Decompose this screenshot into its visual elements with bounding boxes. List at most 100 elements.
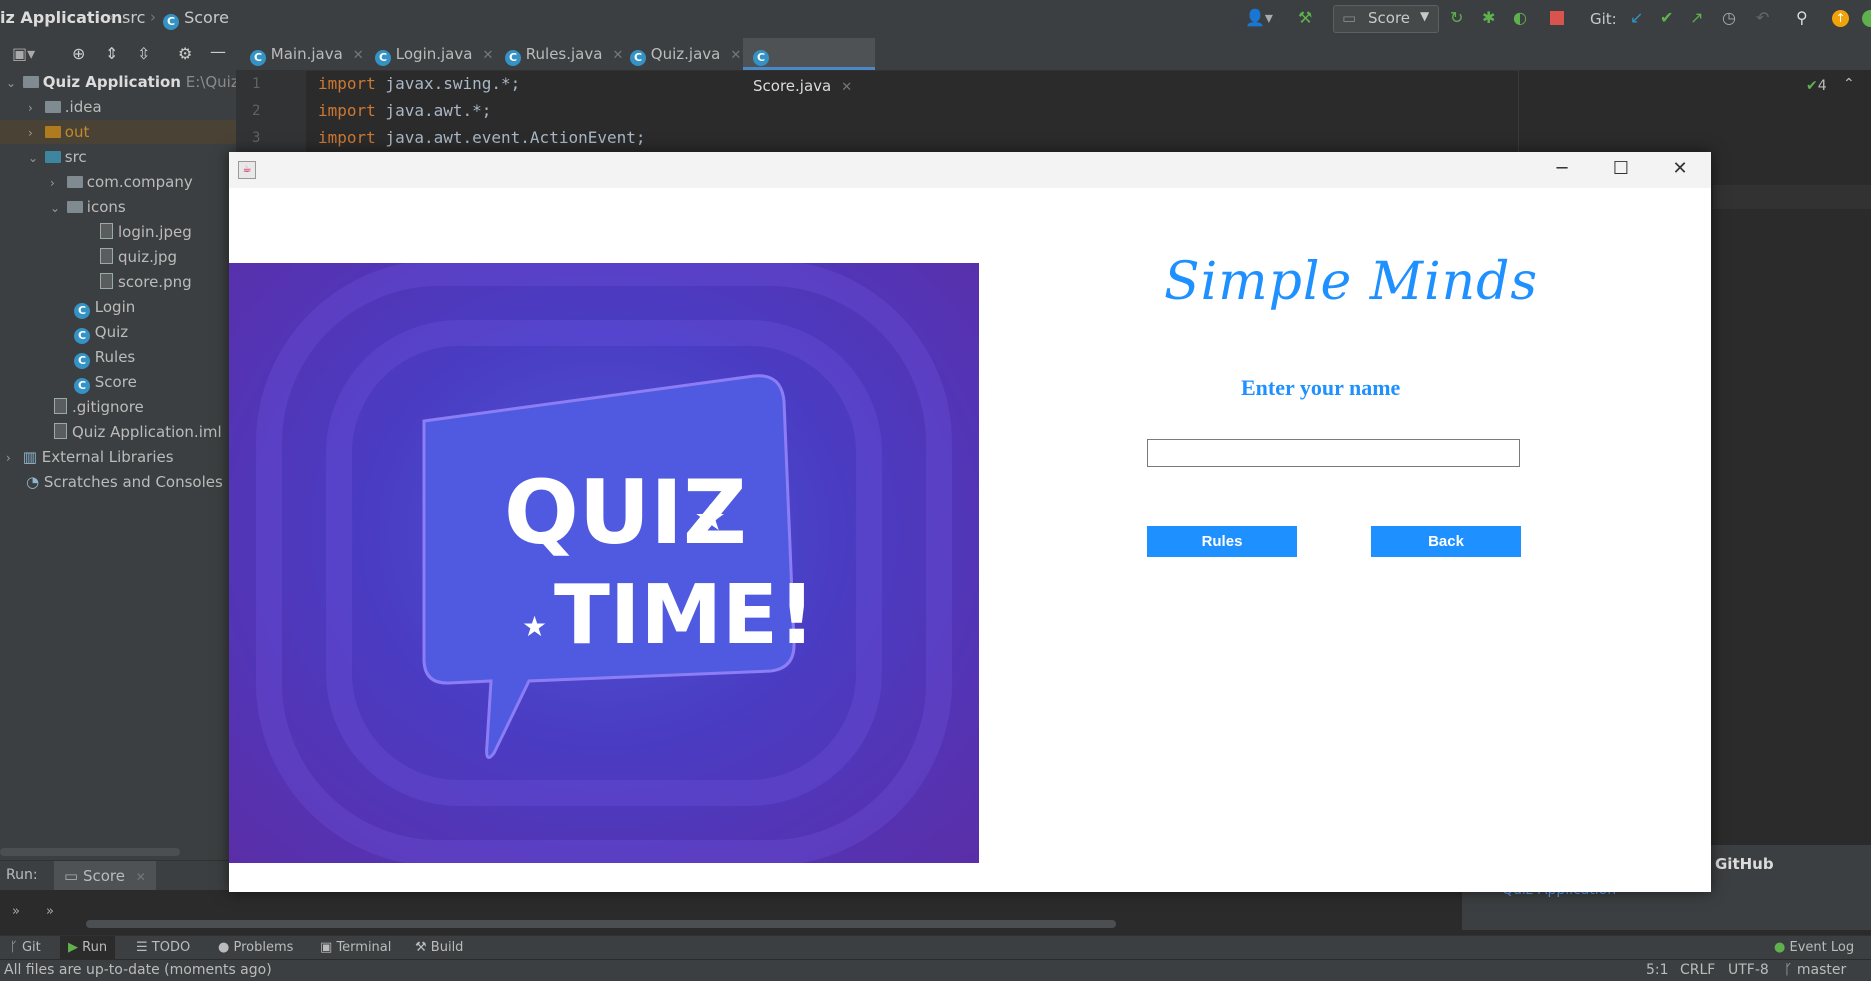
run-config-select[interactable]: ▭ Score ▼: [1333, 5, 1439, 33]
rules-button[interactable]: Rules: [1147, 526, 1297, 557]
maximize-icon[interactable]: ☐: [1606, 158, 1636, 179]
toolwindow-todo[interactable]: ☰ TODO: [136, 940, 190, 955]
toolwindow-terminal[interactable]: ▣ Terminal: [320, 940, 391, 955]
tree-item-rules[interactable]: C Rules: [74, 345, 135, 369]
tab-score-java[interactable]: C Score.java ✕: [743, 38, 875, 95]
tab-quiz-java[interactable]: C Quiz.java ✕: [620, 38, 751, 70]
close-icon[interactable]: ✕: [730, 48, 741, 63]
tree-item-quiz[interactable]: C Quiz: [74, 320, 128, 344]
update-icon[interactable]: ↑: [1832, 10, 1849, 27]
console-icon: ▭: [64, 867, 79, 885]
git-update-icon[interactable]: ↙: [1630, 8, 1643, 27]
expand-all-icon[interactable]: ⇕: [105, 44, 118, 63]
caret-position[interactable]: 5:1: [1646, 962, 1669, 978]
name-input[interactable]: [1147, 439, 1520, 467]
class-icon: C: [375, 50, 391, 66]
star-icon: ★: [522, 610, 547, 643]
toolwindow-build[interactable]: ⚒ Build: [415, 940, 463, 955]
back-button[interactable]: Back: [1371, 526, 1521, 557]
git-push-icon[interactable]: ↗: [1690, 8, 1703, 27]
tree-item-iml[interactable]: Quiz Application.iml: [54, 420, 222, 444]
code-line[interactable]: import javax.swing.*;: [318, 74, 520, 93]
file-encoding[interactable]: UTF-8: [1728, 962, 1769, 978]
tree-item-score-png[interactable]: score.png: [100, 270, 192, 294]
tree-item-com-company[interactable]: › com.company: [50, 170, 193, 194]
event-log-icon: ●: [1774, 940, 1786, 955]
user-icon[interactable]: 👤▾: [1245, 8, 1273, 27]
gitignore-file-icon: [54, 398, 67, 414]
tab-main-java[interactable]: C Main.java ✕: [240, 38, 374, 70]
tree-item-login[interactable]: C Login: [74, 295, 135, 319]
play-icon: ▶: [68, 940, 78, 955]
chevron-up-icon[interactable]: ⌃: [1843, 76, 1855, 92]
class-icon: C: [505, 50, 521, 66]
console-scrollbar[interactable]: [86, 920, 1116, 928]
gear-icon[interactable]: ⚙: [178, 44, 192, 63]
tree-item-external-libraries[interactable]: › ▥ External Libraries: [6, 445, 174, 469]
status-message[interactable]: All files are up-to-date (moments ago): [4, 962, 272, 978]
coverage-icon[interactable]: ◐: [1513, 8, 1527, 27]
horizontal-scrollbar[interactable]: [0, 848, 180, 856]
quiz-time-image: QUIZ ★ ★ TIME!: [229, 263, 979, 863]
panel-layout-icon[interactable]: ▣▾: [12, 44, 35, 63]
breadcrumb-src[interactable]: src: [122, 8, 145, 27]
close-icon[interactable]: ✕: [482, 48, 493, 63]
tab-rules-java[interactable]: C Rules.java ✕: [495, 38, 633, 70]
line-number: 2: [252, 103, 261, 119]
git-branch-status[interactable]: ᚴ master: [1784, 962, 1846, 978]
tree-item-score[interactable]: C Score: [74, 370, 137, 394]
tree-root[interactable]: ⌄ Quiz Application E:\Quiz A: [6, 70, 254, 94]
locate-icon[interactable]: ⊕: [72, 44, 85, 63]
build-hammer-icon[interactable]: ⚒: [1298, 8, 1312, 27]
tree-item-idea[interactable]: › .idea: [28, 95, 102, 119]
toolwindow-problems[interactable]: ● Problems: [218, 940, 293, 955]
close-icon[interactable]: ✕: [136, 870, 146, 884]
tree-item-quiz-jpg[interactable]: quiz.jpg: [100, 245, 177, 269]
tree-item-login-jpeg[interactable]: login.jpeg: [100, 220, 192, 244]
tree-item-out[interactable]: › out: [0, 120, 236, 144]
tab-login-java[interactable]: C Login.java ✕: [365, 38, 503, 70]
chevron-right-icon: ›: [28, 101, 33, 115]
class-icon: C: [74, 353, 90, 369]
rerun-icon[interactable]: ↻: [1450, 8, 1463, 27]
history-icon[interactable]: ◷: [1722, 8, 1736, 27]
run-tab-score[interactable]: ▭ Score ✕: [54, 861, 156, 891]
toolwindow-git[interactable]: ᚴ Git: [10, 940, 41, 955]
chevron-right-icon: ›: [6, 451, 11, 465]
rollback-icon[interactable]: ↶: [1756, 8, 1769, 27]
git-commit-icon[interactable]: ✔: [1660, 8, 1673, 27]
breadcrumb-file[interactable]: C Score: [163, 8, 229, 30]
code-line[interactable]: import java.awt.event.ActionEvent;: [318, 128, 646, 147]
swing-app-window: ☕ ─ ☐ ✕ QUIZ ★ ★ TIME! Simple Minds Ente…: [229, 152, 1711, 892]
toolwindow-run[interactable]: ▶ Run: [60, 936, 116, 960]
code-line[interactable]: import java.awt.*;: [318, 101, 491, 120]
close-icon[interactable]: ✕: [353, 48, 364, 63]
hide-panel-icon[interactable]: —: [210, 42, 226, 61]
git-label: Git:: [1590, 10, 1617, 28]
run-console: » » GitHub Quiz-Application: [0, 845, 1871, 930]
stop-icon[interactable]: [1550, 11, 1564, 25]
close-icon[interactable]: ✕: [1665, 158, 1695, 179]
close-icon[interactable]: ✕: [841, 80, 852, 95]
window-title-bar[interactable]: ☕ ─ ☐ ✕: [229, 152, 1711, 188]
ide-title-bar: iz Application › src › C Score 👤▾ ⚒ ▭ Sc…: [0, 0, 1871, 39]
tree-item-scratches[interactable]: ◔ Scratches and Consoles: [26, 470, 223, 494]
inspection-ok-icon[interactable]: ✔4: [1806, 78, 1827, 94]
line-separator[interactable]: CRLF: [1680, 962, 1715, 978]
class-icon: C: [753, 50, 769, 66]
class-icon: C: [74, 328, 90, 344]
expand-toolbar-icon[interactable]: »: [46, 904, 54, 919]
debug-icon[interactable]: ✱: [1482, 8, 1495, 27]
library-icon: ▥: [22, 448, 37, 466]
expand-toolbar-icon[interactable]: »: [12, 904, 20, 919]
chevron-right-icon: ›: [50, 176, 55, 190]
search-icon[interactable]: ⚲: [1796, 8, 1808, 27]
minimize-icon[interactable]: ─: [1547, 158, 1577, 179]
tree-item-gitignore[interactable]: .gitignore: [54, 395, 144, 419]
plugin-icon[interactable]: [1862, 10, 1871, 27]
breadcrumb-project[interactable]: iz Application: [0, 8, 122, 27]
tree-item-src[interactable]: ⌄ src: [28, 145, 87, 169]
toolwindow-event-log[interactable]: ● Event Log: [1774, 940, 1854, 955]
tree-item-icons[interactable]: ⌄ icons: [50, 195, 126, 219]
collapse-all-icon[interactable]: ⇳: [137, 44, 150, 63]
